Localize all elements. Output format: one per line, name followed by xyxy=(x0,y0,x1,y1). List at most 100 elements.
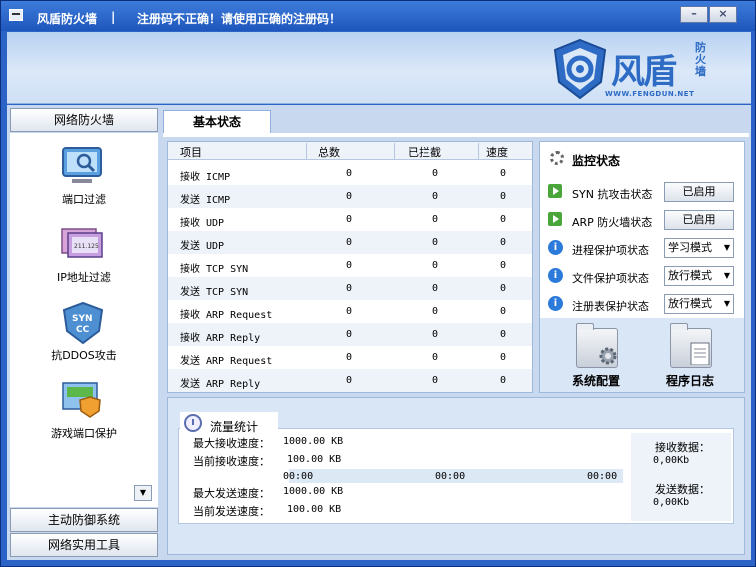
tool-label: 系统配置 xyxy=(571,374,620,388)
clock-icon xyxy=(184,414,202,432)
sidebar-header-net-tools[interactable]: 网络实用工具 xyxy=(10,533,158,557)
registry-mode-select[interactable]: 放行模式 ▼ xyxy=(664,294,734,314)
monitor-title: 监控状态 xyxy=(572,154,621,168)
svg-text:211.125: 211.125 xyxy=(74,243,99,250)
monitor-panel: 监控状态 SYN 抗攻击状态 已启用 ARP 防火墙状态 已启用 i 进程保护项… xyxy=(539,141,745,393)
info-icon: i xyxy=(548,240,563,255)
table-row[interactable]: 接收 ARP Reply 0 0 0 xyxy=(168,323,532,346)
chevron-down-icon: ▼ xyxy=(723,271,730,280)
row-total: 0 xyxy=(345,352,353,363)
time-label: 00:00 xyxy=(587,471,618,482)
table-row[interactable]: 发送 UDP 0 0 0 xyxy=(168,231,532,254)
recv-data-label: 接收数据： xyxy=(655,441,710,454)
folder-gear-icon xyxy=(576,323,618,368)
monitor-label: 进程保护项状态 xyxy=(572,244,649,257)
cur-send-label: 当前发送速度： xyxy=(193,505,270,518)
traffic-title: 流量统计 xyxy=(210,420,259,434)
system-config-button[interactable]: 系统配置 xyxy=(556,323,636,390)
file-mode-select[interactable]: 放行模式 ▼ xyxy=(664,266,734,286)
tab-basic-status[interactable]: 基本状态 xyxy=(163,110,271,134)
folder-document-icon xyxy=(670,323,712,368)
row-blocked: 0 xyxy=(431,306,439,317)
close-button[interactable]: × xyxy=(709,6,737,23)
row-blocked: 0 xyxy=(431,375,439,386)
info-icon: i xyxy=(548,268,563,283)
data-totals: 接收数据： 0,00Kb 发送数据： 0,00Kb xyxy=(631,433,731,521)
svg-text:SYN: SYN xyxy=(72,314,93,324)
row-speed: 0 xyxy=(499,283,507,294)
sidebar-header-firewall[interactable]: 网络防火墙 xyxy=(10,108,158,132)
table-row[interactable]: 接收 ICMP 0 0 0 xyxy=(168,162,532,185)
monitor-label: ARP 防火墙状态 xyxy=(572,216,653,229)
max-send-value: 1000.00 KB xyxy=(283,486,344,497)
column-header[interactable]: 总数 xyxy=(318,144,340,160)
monitor-row-arp: ARP 防火墙状态 已启用 xyxy=(544,208,740,232)
column-divider xyxy=(306,143,307,159)
row-name: 发送 ICMP xyxy=(180,195,231,206)
send-data-value: 0,00Kb xyxy=(653,497,690,508)
tab-strip xyxy=(163,133,749,137)
system-menu-icon[interactable] xyxy=(9,9,23,21)
tool-label: 程序日志 xyxy=(665,374,714,388)
program-log-button[interactable]: 程序日志 xyxy=(650,323,730,390)
send-graph xyxy=(349,485,623,521)
minimize-button[interactable]: – xyxy=(680,6,708,23)
title-bar[interactable]: 风盾防火墙 | 注册码不正确！请使用正确的注册码！ – × xyxy=(1,1,755,31)
row-total: 0 xyxy=(345,260,353,271)
select-value: 放行模式 xyxy=(668,269,712,282)
syn-status-button[interactable]: 已启用 xyxy=(664,182,734,202)
shield-logo-icon xyxy=(553,38,607,100)
table-row[interactable]: 接收 TCP SYN 0 0 0 xyxy=(168,254,532,277)
registration-warning: 注册码不正确！请使用正确的注册码！ xyxy=(137,12,342,26)
table-row[interactable]: 发送 ARP Request 0 0 0 xyxy=(168,346,532,369)
sidebar-item-ip-filter[interactable]: 211.125 IP地址过滤 xyxy=(10,215,158,291)
row-speed: 0 xyxy=(499,191,507,202)
row-speed: 0 xyxy=(499,237,507,248)
title-separator: | xyxy=(111,10,116,24)
row-speed: 0 xyxy=(499,214,507,225)
process-mode-select[interactable]: 学习模式 ▼ xyxy=(664,238,734,258)
column-header[interactable]: 速度 xyxy=(486,144,508,160)
row-total: 0 xyxy=(345,375,353,386)
logo-url: WWW.FENGDUN.NET xyxy=(605,90,695,98)
sidebar-header-active-defense[interactable]: 主动防御系统 xyxy=(10,508,158,532)
traffic-title-box: 流量统计 xyxy=(180,412,278,434)
row-total: 0 xyxy=(345,306,353,317)
table-row[interactable]: 接收 ARP Request 0 0 0 xyxy=(168,300,532,323)
row-blocked: 0 xyxy=(431,260,439,271)
row-speed: 0 xyxy=(499,306,507,317)
table-row[interactable]: 接收 UDP 0 0 0 xyxy=(168,208,532,231)
row-name: 接收 UDP xyxy=(180,218,225,229)
table-header: 项目 总数 已拦截 速度 xyxy=(168,142,532,160)
tool-shortcuts: 系统配置 程序日志 xyxy=(540,318,744,392)
sidebar-item-ddos[interactable]: SYN CC 抗DDOS攻击 xyxy=(10,293,158,369)
app-title: 风盾防火墙 xyxy=(37,12,98,26)
sidebar-item-game-protect[interactable]: 游戏端口保护 xyxy=(10,371,158,447)
monitor-row-process: i 进程保护项状态 学习模式 ▼ xyxy=(544,236,740,260)
scroll-down-button[interactable]: ▼ xyxy=(134,485,152,501)
max-recv-value: 1000.00 KB xyxy=(283,436,344,447)
cur-recv-label: 当前接收速度： xyxy=(193,455,270,468)
row-total: 0 xyxy=(345,191,353,202)
table-row[interactable]: 发送 ARP Reply 0 0 0 xyxy=(168,369,532,392)
monitor-row-registry: i 注册表保护状态 放行模式 ▼ xyxy=(544,292,740,316)
sidebar-item-label: 端口过滤 xyxy=(62,193,106,206)
column-header[interactable]: 项目 xyxy=(180,144,202,160)
info-icon: i xyxy=(548,296,563,311)
monitor-label: 文件保护项状态 xyxy=(572,272,649,285)
row-speed: 0 xyxy=(499,329,507,340)
column-header[interactable]: 已拦截 xyxy=(408,144,441,160)
max-recv-label: 最大接收速度： xyxy=(193,437,270,450)
table-row[interactable]: 发送 TCP SYN 0 0 0 xyxy=(168,277,532,300)
column-divider xyxy=(394,143,395,159)
svg-text:CC: CC xyxy=(76,325,90,335)
row-name: 接收 ARP Request xyxy=(180,310,273,321)
monitor-label: SYN 抗攻击状态 xyxy=(572,188,653,201)
sidebar-item-port-filter[interactable]: 端口过滤 xyxy=(10,137,158,213)
monitor-label: 注册表保护状态 xyxy=(572,300,649,313)
row-blocked: 0 xyxy=(431,283,439,294)
arp-status-button[interactable]: 已启用 xyxy=(664,210,734,230)
row-total: 0 xyxy=(345,283,353,294)
table-row[interactable]: 发送 ICMP 0 0 0 xyxy=(168,185,532,208)
select-value: 放行模式 xyxy=(668,297,712,310)
